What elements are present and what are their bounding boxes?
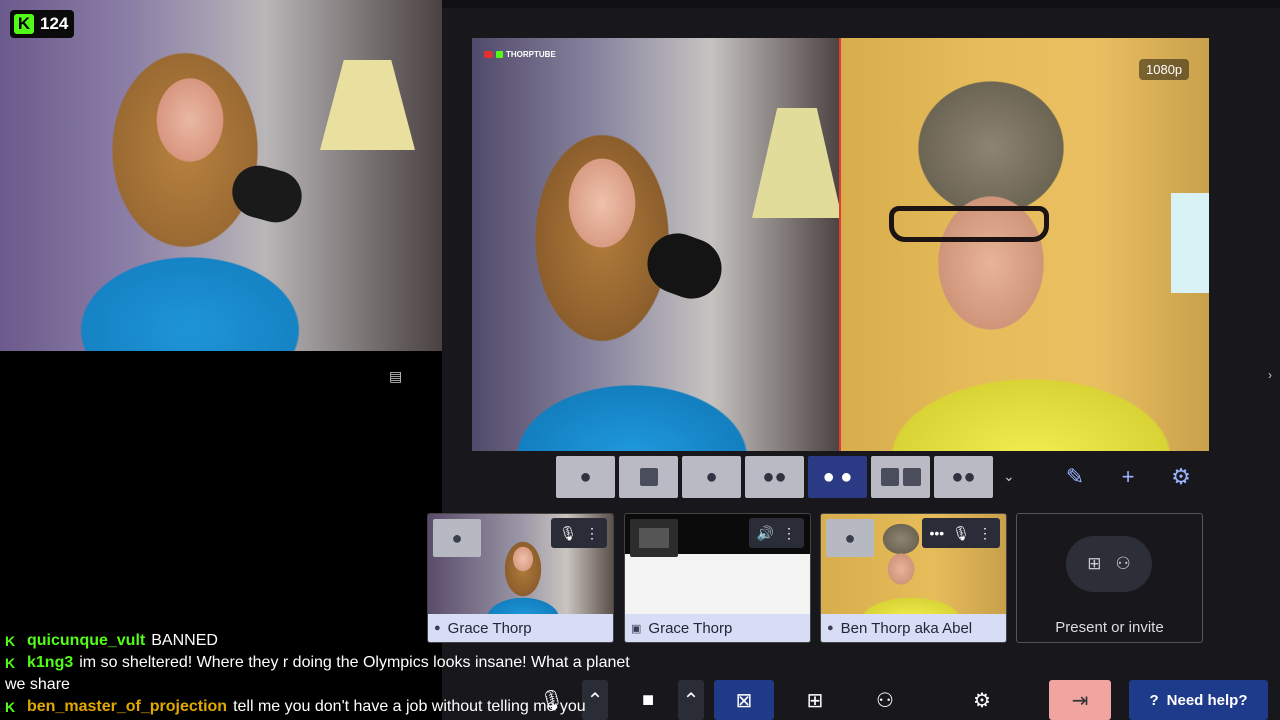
chat-text: tell me you don't have a job without tel… (233, 698, 586, 715)
help-label: Need help? (1166, 691, 1248, 709)
screen-share-add-icon: ⊞ (1087, 554, 1102, 573)
guest-controls: 🎙 ⋮ (551, 518, 607, 548)
stage-video-grace: THORPTUBE (472, 38, 842, 451)
guest-name-bar: ● Ben Thorp aka Abel (821, 614, 1006, 642)
microphone-icon[interactable]: 🎙 (559, 525, 577, 542)
panel-icon (902, 468, 921, 486)
viewer-count-badge: K 124 (10, 10, 75, 38)
layout-panel-icon[interactable]: ▤ (389, 368, 407, 384)
kick-badge-icon: K (5, 634, 19, 648)
monitor-shape (1171, 193, 1209, 293)
stop-share-icon: ⊠ (735, 689, 753, 712)
camera-options-button[interactable]: ⌃ (678, 680, 704, 720)
speaker-icon[interactable]: 🔊 (757, 525, 774, 542)
broadcast-stage: THORPTUBE 1080p (472, 38, 1209, 451)
present-or-invite-tile[interactable]: ⊞ ⚇ Present or invite (1016, 513, 1203, 643)
settings-button[interactable]: ⚙ (1158, 456, 1204, 498)
layout-solo-pip[interactable]: ● (682, 456, 741, 498)
kick-badge-icon: K (5, 656, 19, 670)
add-button[interactable]: + (1105, 456, 1151, 498)
chevron-right-icon[interactable]: › (1268, 368, 1272, 382)
exit-icon: ⇥ (1071, 689, 1089, 712)
lamp-shape (752, 108, 842, 218)
edit-button[interactable]: ✎ (1052, 456, 1098, 498)
channel-name: THORPTUBE (506, 49, 556, 59)
guest-name: Ben Thorp aka Abel (840, 619, 973, 637)
bottom-settings-button[interactable]: ⚙ (957, 680, 1007, 720)
kick-badge-icon: K (5, 700, 19, 714)
layout-selector: ● ● ●● ● ● ●● (556, 456, 993, 498)
screen-icon (639, 468, 658, 486)
chevron-down-icon[interactable]: ⌄ (1003, 468, 1015, 485)
more-options-icon[interactable]: ⋮ (585, 525, 599, 542)
gear-icon: ⚙ (973, 689, 991, 712)
chat-username: quicunque_vult (27, 632, 146, 649)
chat-message: Kk1ng3 im so sheltered! Where they r doin… (0, 652, 650, 696)
studio-top-bar (442, 0, 1280, 8)
plus-icon: + (1121, 464, 1135, 489)
viewer-count: 124 (40, 14, 69, 33)
chat-text: BANNED (151, 632, 218, 649)
resolution-badge: 1080p (1139, 59, 1190, 80)
youtube-icon (484, 50, 493, 58)
guest-tile-ben-camera[interactable]: ● ••• 🎙 ⋮ ● Ben Thorp aka Abel (820, 513, 1007, 643)
more-options-icon[interactable]: ⋮ (978, 525, 992, 542)
invite-button[interactable]: ⚇ (860, 680, 910, 720)
audio-level-icon: ••• (929, 525, 945, 541)
stop-screen-share-button[interactable]: ⊠ (714, 680, 774, 720)
more-options-icon[interactable]: ⋮ (782, 525, 796, 542)
chat-message: Kben_master_of_projection tell me you don… (0, 696, 650, 718)
kick-icon (496, 50, 503, 58)
guest-name-bar: ▣ Grace Thorp (625, 614, 810, 642)
guest-name: Grace Thorp (648, 619, 733, 637)
chat-username: ben_master_of_projection (27, 698, 228, 715)
layout-split-panel[interactable] (871, 456, 930, 498)
guest-tile-grace-screen[interactable]: 🔊 ⋮ ▣ Grace Thorp (624, 513, 811, 643)
present-invite-label: Present or invite (1055, 619, 1164, 636)
person-icon: ● (579, 465, 592, 488)
channel-tag: THORPTUBE (484, 47, 556, 61)
panel-icon (880, 468, 899, 486)
share-screen-button[interactable]: ⊞ (790, 680, 840, 720)
guest-controls: 🔊 ⋮ (748, 518, 804, 548)
leave-studio-button[interactable]: ⇥ (1049, 680, 1111, 720)
share-screen-icon: ⊞ (806, 689, 824, 712)
add-person-icon: ⚇ (1115, 554, 1131, 573)
layout-grid[interactable]: ●● (934, 456, 993, 498)
chat-text: im so sheltered! Where they r doing the … (5, 654, 630, 693)
group-icon: ●● (762, 465, 787, 488)
pencil-icon: ✎ (1065, 464, 1085, 489)
lamp-shape (320, 60, 415, 150)
avatar-placeholder-icon: ● (433, 519, 481, 557)
guest-tile-grace-camera[interactable]: ● 🎙 ⋮ ● Grace Thorp (427, 513, 614, 643)
layout-single-with-screen[interactable] (619, 456, 678, 498)
stage-video-ben (839, 38, 1209, 451)
help-icon: ? (1149, 691, 1159, 709)
add-person-icon: ⚇ (876, 689, 894, 712)
layout-single[interactable]: ● (556, 456, 615, 498)
guest-controls: ••• 🎙 ⋮ (921, 518, 1000, 548)
grid-icon: ●● (951, 465, 976, 488)
chat-username: k1ng3 (27, 654, 74, 671)
present-invite-circle: ⊞ ⚇ (1066, 536, 1152, 592)
streamer-webcam: K 124 (0, 0, 442, 351)
microphone-shape (639, 224, 730, 308)
layout-group[interactable]: ●● (745, 456, 804, 498)
microphone-icon[interactable]: 🎙 (952, 525, 970, 542)
split-icon: ● ● (822, 465, 853, 488)
need-help-button[interactable]: ? Need help? (1129, 680, 1268, 720)
layout-split-two[interactable]: ● ● (808, 456, 867, 498)
glasses-shape (889, 206, 1049, 242)
chat-message: Kquicunque_vult BANNED (0, 630, 650, 652)
screen-placeholder-icon (630, 519, 678, 557)
chat-overlay: Kquicunque_vult BANNED Kk1ng3 im so shelte… (0, 630, 650, 718)
gear-icon: ⚙ (1171, 464, 1191, 489)
kick-logo-icon: K (14, 14, 34, 34)
person-icon: ● (827, 622, 834, 634)
chevron-up-icon: ⌃ (682, 689, 700, 712)
microphone-shape (226, 159, 308, 229)
avatar-placeholder-icon: ● (826, 519, 874, 557)
person-icon: ● (705, 465, 718, 488)
